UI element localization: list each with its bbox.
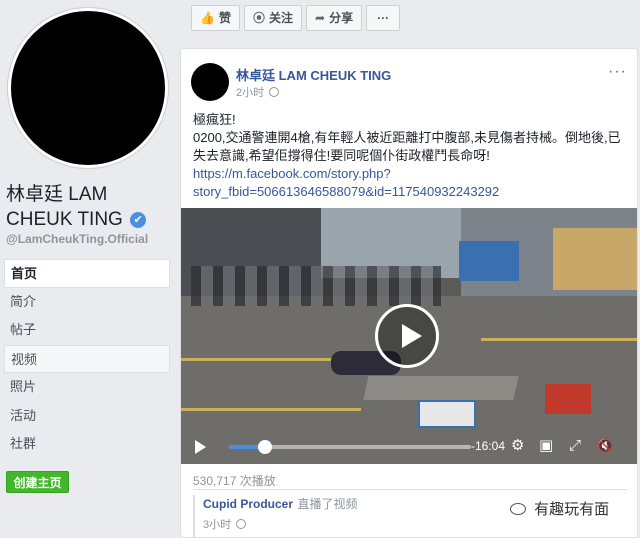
view-count: 530,717 次播放 <box>193 474 276 488</box>
post-author-name[interactable]: 林卓廷 LAM CHEUK TING <box>236 65 391 84</box>
more-button[interactable]: ··· <box>366 5 401 31</box>
video-frame-object <box>418 400 476 428</box>
video-frame-road-line <box>481 338 637 341</box>
shared-by-link[interactable]: Cupid Producer <box>203 497 293 511</box>
nav-item-home[interactable]: 首页 <box>4 259 170 288</box>
nav-item-videos[interactable]: 视频 <box>4 344 170 373</box>
play-overlay-icon[interactable] <box>375 304 439 368</box>
page-action-bar: 👍 赞 ⦿ 关注 ➦ 分享 ··· <box>191 5 404 31</box>
post-author-avatar[interactable] <box>191 63 229 101</box>
verified-badge-icon: ✔ <box>130 212 147 228</box>
settings-gear-icon[interactable]: ⚙ <box>511 438 524 454</box>
post-options-button[interactable]: ··· <box>608 63 627 81</box>
nav-item-photos[interactable]: 照片 <box>4 373 170 402</box>
like-label: 赞 <box>218 11 231 25</box>
globe-icon <box>269 87 280 97</box>
nav-item-community[interactable]: 社群 <box>4 430 170 459</box>
page-title[interactable]: 林卓廷 LAM CHEUK TING ✔ <box>6 182 178 232</box>
video-frame-road-line <box>181 358 341 361</box>
picture-in-picture-icon[interactable]: ▣ <box>539 438 553 454</box>
post-card: 林卓廷 LAM CHEUK TING 2小时 ··· 極瘋狂! 0200,交通警… <box>180 48 638 538</box>
share-button[interactable]: ➦ 分享 <box>306 5 363 31</box>
post-line-2: 0200,交通警連開4槍,有年輕人被近距離打中腹部,未見傷者持械。倒地後,已失去… <box>193 130 621 163</box>
page-name-text: 林卓廷 LAM CHEUK TING <box>6 184 123 230</box>
post-link[interactable]: https://m.facebook.com/story.php?story_f… <box>193 165 633 201</box>
watermark-text: 有趣玩有面 <box>534 501 610 518</box>
page-nav: 首页 简介 帖子 视频 照片 活动 社群 <box>4 259 170 459</box>
share-arrow-icon: ➦ <box>315 11 326 25</box>
share-label: 分享 <box>329 11 354 25</box>
post-body: 極瘋狂! 0200,交通警連開4槍,有年輕人被近距離打中腹部,未見傷者持械。倒地… <box>193 111 633 201</box>
like-button[interactable]: 👍 赞 <box>191 5 240 31</box>
video-frame-object <box>545 384 591 414</box>
post-timestamp: 2小时 <box>236 84 280 100</box>
shared-time-text[interactable]: 3小时 <box>203 519 231 531</box>
shared-action: 直播了视频 <box>297 497 358 511</box>
thumbs-up-icon: 👍 <box>200 11 215 25</box>
page-sidebar: 林卓廷 LAM CHEUK TING ✔ @LamCheukTing.Offic… <box>0 0 178 538</box>
mute-icon[interactable]: 🔇 <box>597 438 613 454</box>
page-avatar[interactable] <box>8 8 168 168</box>
follow-label: 关注 <box>268 11 293 25</box>
video-frame-road-line <box>181 408 361 411</box>
watermark: 有趣玩有面 <box>508 498 612 519</box>
fullscreen-icon[interactable]: ⤢ <box>569 438 581 454</box>
rss-icon: ⦿ <box>252 11 265 25</box>
post-time-text[interactable]: 2小时 <box>236 87 264 99</box>
video-controls: -16:04 ⚙ ▣ ⤢ 🔇 <box>181 430 637 464</box>
video-frame-bus <box>459 241 519 281</box>
nav-item-posts[interactable]: 帖子 <box>4 316 170 345</box>
nav-item-about[interactable]: 简介 <box>4 288 170 317</box>
post-line-1: 極瘋狂! <box>193 112 236 127</box>
globe-icon <box>236 519 247 529</box>
video-time-remaining: -16:04 <box>471 439 506 453</box>
video-frame-crowd <box>191 266 441 306</box>
nav-item-events[interactable]: 活动 <box>4 402 170 431</box>
video-scrubber-handle[interactable] <box>258 440 273 454</box>
play-icon[interactable] <box>195 440 206 454</box>
divider <box>193 489 627 490</box>
video-progress-bar[interactable] <box>229 440 471 454</box>
video-frame-bus <box>553 228 637 290</box>
wechat-icon <box>510 503 526 515</box>
page-handle[interactable]: @LamCheukTing.Official <box>6 232 148 246</box>
video-player[interactable]: -16:04 ⚙ ▣ ⤢ 🔇 <box>181 208 637 464</box>
follow-button[interactable]: ⦿ 关注 <box>243 5 302 31</box>
video-frame-curb <box>363 376 519 400</box>
create-page-button[interactable]: 创建主页 <box>6 471 69 493</box>
